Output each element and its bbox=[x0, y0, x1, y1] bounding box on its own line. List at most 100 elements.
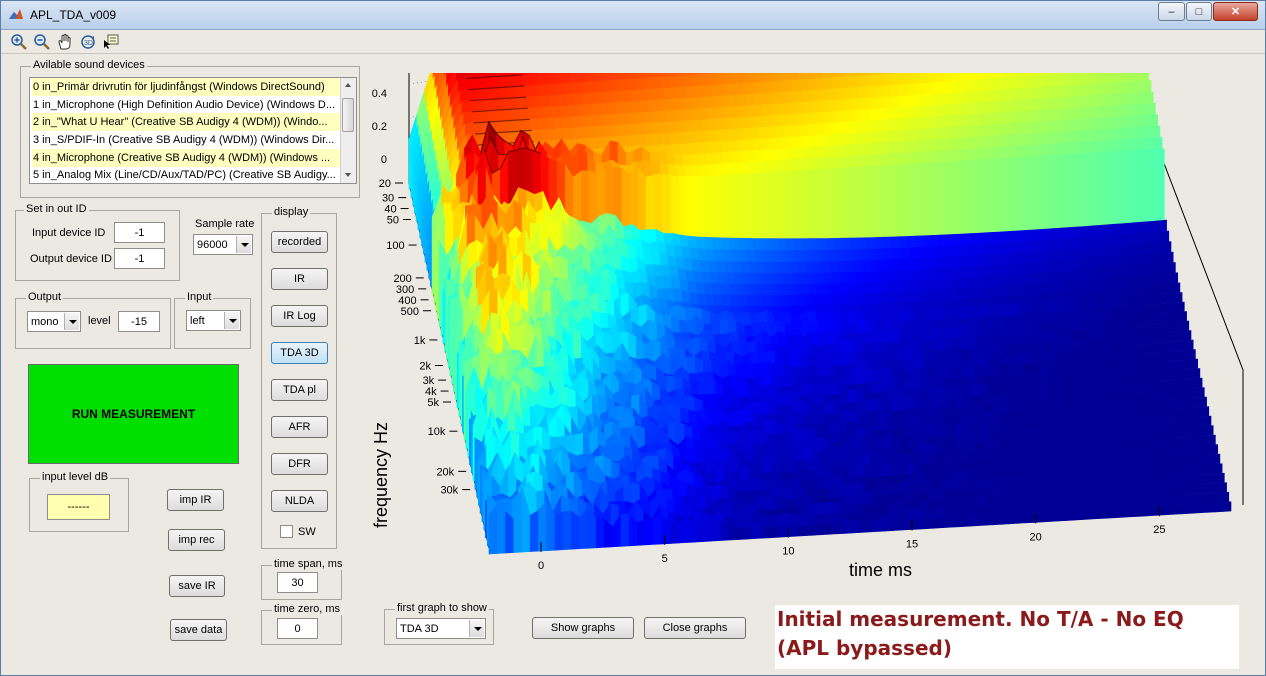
surface-patch bbox=[1022, 503, 1032, 515]
surface-patch bbox=[1186, 349, 1196, 360]
device-item[interactable]: 5 in_Analog Mix (Line/CD/Aux/TAD/PC) (Cr… bbox=[32, 166, 341, 183]
import-ir-button[interactable]: imp IR bbox=[167, 489, 224, 511]
surface-patch bbox=[1123, 326, 1133, 337]
surface-patch bbox=[1141, 295, 1150, 307]
display-recorded-button[interactable]: recorded bbox=[271, 231, 328, 253]
surface-patch bbox=[1105, 394, 1115, 406]
surface-patch bbox=[1201, 483, 1211, 494]
surface-patch bbox=[1030, 428, 1040, 440]
surface-patch bbox=[1127, 487, 1137, 499]
surface-patch bbox=[1211, 453, 1221, 465]
display-nlda-button[interactable]: NLDA bbox=[271, 490, 328, 512]
rotate-3d-icon[interactable]: 3D bbox=[79, 33, 97, 51]
surface-patch bbox=[1026, 484, 1036, 496]
sample-rate-select[interactable]: 96000 bbox=[193, 234, 253, 255]
y-tick-label: 100 bbox=[386, 240, 404, 252]
display-tda-pl-button[interactable]: TDA pl bbox=[271, 379, 328, 401]
close-graphs-button[interactable]: Close graphs bbox=[644, 617, 746, 639]
display-ir-button[interactable]: IR bbox=[271, 268, 328, 290]
device-item[interactable]: 2 in_"What U Hear" (Creative SB Audigy 4… bbox=[32, 113, 341, 131]
input-channel-select[interactable]: left bbox=[186, 310, 241, 331]
surface-patch bbox=[1167, 302, 1177, 314]
surface-patch bbox=[1124, 402, 1134, 414]
surface-patch bbox=[1034, 409, 1044, 421]
time-zero-field[interactable]: 0 bbox=[277, 618, 318, 639]
device-item[interactable]: 3 in_S/PDIF-In (Creative SB Audigy 4 (WD… bbox=[32, 131, 341, 149]
chevron-down-icon[interactable] bbox=[64, 313, 79, 330]
data-cursor-icon[interactable] bbox=[102, 33, 120, 51]
surface-patch bbox=[1207, 473, 1217, 484]
surface-patch bbox=[1058, 370, 1068, 381]
surface-patch bbox=[799, 512, 809, 528]
chevron-down-icon[interactable] bbox=[224, 312, 239, 329]
surface-patch bbox=[983, 477, 993, 489]
surface-patch bbox=[1125, 373, 1135, 385]
sound-devices-list[interactable]: 0 in_Primär drivrutin för ljudinfångst (… bbox=[29, 77, 357, 184]
surface-patch bbox=[897, 428, 906, 441]
output-mode-select[interactable]: mono bbox=[27, 311, 81, 332]
input-title: Input bbox=[185, 291, 214, 303]
close-button[interactable]: ✕ bbox=[1213, 2, 1258, 21]
surface-patch bbox=[1163, 283, 1173, 295]
surface-patch bbox=[496, 503, 506, 554]
z-tick-label: 0.4 bbox=[372, 88, 387, 100]
display-ir-log-button[interactable]: IR Log bbox=[271, 305, 328, 327]
surface-patch bbox=[940, 435, 949, 447]
surface-patch bbox=[686, 518, 696, 543]
surface-patch bbox=[935, 453, 945, 465]
surface-patch bbox=[950, 478, 960, 492]
display-tda-3d-button[interactable]: TDA 3D bbox=[271, 342, 328, 364]
minimize-button[interactable]: – bbox=[1158, 2, 1185, 21]
time-span-field[interactable]: 30 bbox=[277, 572, 318, 593]
sw-checkbox[interactable] bbox=[280, 525, 293, 538]
pan-hand-icon[interactable] bbox=[56, 33, 74, 51]
surface-patch bbox=[1009, 411, 1019, 423]
surface-patch bbox=[1044, 455, 1054, 467]
surface-patch bbox=[1162, 495, 1172, 506]
zoom-out-icon[interactable] bbox=[33, 33, 51, 51]
surface-patch bbox=[1163, 428, 1173, 439]
save-data-button[interactable]: save data bbox=[170, 619, 227, 641]
surface-patch bbox=[1136, 420, 1146, 432]
surface-patch bbox=[771, 496, 781, 512]
surface-patch bbox=[1074, 153, 1084, 237]
surface-patch bbox=[824, 512, 834, 527]
surface-patch bbox=[1032, 512, 1042, 523]
surface-patch bbox=[1074, 509, 1083, 521]
tda-3d-waterfall-plot[interactable]: 00.20.40.60.81203040501002003004005001k2… bbox=[341, 73, 1265, 593]
input-device-field[interactable]: -1 bbox=[114, 222, 165, 243]
surface-patch bbox=[1144, 274, 1154, 287]
maximize-button[interactable]: □ bbox=[1186, 2, 1212, 21]
zoom-in-icon[interactable] bbox=[10, 33, 28, 51]
device-item[interactable]: 0 in_Primär drivrutin för ljudinfångst (… bbox=[32, 78, 341, 96]
surface-patch bbox=[1195, 387, 1205, 398]
save-ir-button[interactable]: save IR bbox=[169, 575, 225, 597]
surface-patch bbox=[1155, 467, 1165, 478]
surface-patch bbox=[1122, 393, 1132, 404]
import-rec-button[interactable]: imp rec bbox=[168, 529, 225, 551]
surface-patch bbox=[1028, 419, 1038, 431]
display-dfr-button[interactable]: DFR bbox=[271, 453, 328, 475]
z-tick-label: 0 bbox=[381, 154, 387, 166]
surface-patch bbox=[1151, 448, 1161, 459]
surface-patch bbox=[950, 516, 960, 528]
surface-patch bbox=[993, 486, 1003, 498]
surface-patch bbox=[1131, 468, 1141, 480]
device-item[interactable]: 4 in_Microphone (Creative SB Audigy 4 (W… bbox=[32, 149, 341, 167]
level-field[interactable]: -15 bbox=[118, 311, 160, 332]
surface-patch bbox=[1032, 437, 1042, 449]
show-graphs-button[interactable]: Show graphs bbox=[532, 617, 634, 639]
surface-patch bbox=[1073, 434, 1083, 446]
surface-patch bbox=[1139, 149, 1149, 229]
device-item[interactable]: 1 in_Microphone (High Definition Audio D… bbox=[32, 96, 341, 114]
first-graph-select[interactable]: TDA 3D bbox=[396, 618, 486, 639]
run-measurement-button[interactable]: RUN MEASUREMENT bbox=[28, 364, 239, 464]
surface-patch bbox=[1065, 435, 1075, 447]
surface-patch bbox=[1076, 339, 1086, 351]
display-afr-button[interactable]: AFR bbox=[271, 416, 328, 438]
z-tick-label: 0.2 bbox=[372, 121, 387, 133]
output-device-field[interactable]: -1 bbox=[114, 248, 165, 269]
chevron-down-icon[interactable] bbox=[469, 620, 484, 637]
surface-patch bbox=[1166, 475, 1176, 487]
chevron-down-icon[interactable] bbox=[236, 236, 251, 253]
